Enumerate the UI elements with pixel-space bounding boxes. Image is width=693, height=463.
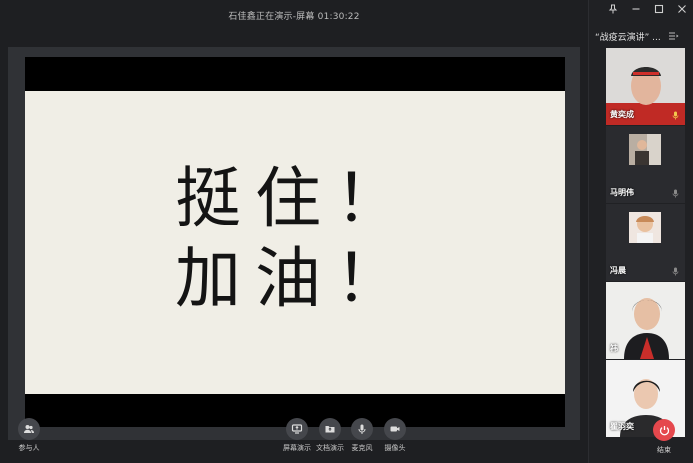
close-icon[interactable] <box>676 3 687 14</box>
power-icon <box>659 425 669 435</box>
main-area: 石佳鑫正在演示-屏幕 01:30:22 挺住！ 加油！ 参与人 屏幕演示 文档演… <box>0 0 588 463</box>
participant-tile[interactable]: 冯晨 <box>606 204 685 281</box>
participant-name: 瞿羽奕 <box>610 422 634 431</box>
participant-name: 黄奕成 <box>610 110 634 119</box>
handwritten-slide: 挺住！ 加油！ <box>175 160 415 317</box>
shared-screen[interactable]: 挺住！ 加油！ <box>25 57 565 427</box>
participants-label: 参与人 <box>18 444 40 452</box>
participant-name: 冯晨 <box>610 266 626 275</box>
participant-avatar <box>629 134 661 165</box>
microphone-icon <box>351 418 373 440</box>
slide-line-1: 挺住！ <box>175 160 415 237</box>
pin-icon[interactable] <box>607 3 618 14</box>
maximize-icon[interactable] <box>653 3 664 14</box>
screen-share-icon <box>286 418 308 440</box>
mic-muted-icon <box>672 267 679 276</box>
participant-sidebar: “战疫云演讲” ... 黄奕成 马明伟 冯晨 祎 瞿羽奕 <box>588 0 693 463</box>
slide-content: 挺住！ 加油！ <box>25 91 565 394</box>
meeting-app: 石佳鑫正在演示-屏幕 01:30:22 挺住！ 加油！ 参与人 屏幕演示 文档演… <box>0 0 693 463</box>
mic-active-icon <box>672 111 679 120</box>
participants-button[interactable]: 参与人 <box>9 418 49 453</box>
bottom-toolbar: 参与人 屏幕演示 文档演示 麦克风 摄像头 <box>0 416 588 463</box>
window-title: 石佳鑫正在演示-屏幕 01:30:22 <box>228 11 360 22</box>
folder-icon <box>319 418 341 440</box>
participant-tile[interactable]: 马明伟 <box>606 126 685 203</box>
participant-tile[interactable]: 祎 <box>606 282 685 359</box>
minimize-icon[interactable] <box>630 3 641 14</box>
title-bar: 石佳鑫正在演示-屏幕 01:30:22 <box>0 0 588 30</box>
participant-avatar <box>629 212 661 243</box>
camera-button[interactable]: 摄像头 <box>375 418 415 453</box>
camera-label: 摄像头 <box>384 444 406 452</box>
slide-line-2: 加油！ <box>175 240 415 317</box>
list-toggle-icon[interactable] <box>669 32 679 40</box>
mic-muted-icon <box>672 189 679 198</box>
meeting-title: “战疫云演讲” ... <box>595 33 661 43</box>
end-meeting-label: 结束 <box>657 446 671 454</box>
camera-icon <box>384 418 406 440</box>
participant-name: 马明伟 <box>610 188 634 197</box>
end-meeting-button[interactable] <box>653 419 675 441</box>
participant-name: 祎 <box>610 344 618 353</box>
window-controls <box>607 3 687 14</box>
participant-tile[interactable]: 黄奕成 <box>606 48 685 125</box>
participants-icon <box>18 418 40 440</box>
